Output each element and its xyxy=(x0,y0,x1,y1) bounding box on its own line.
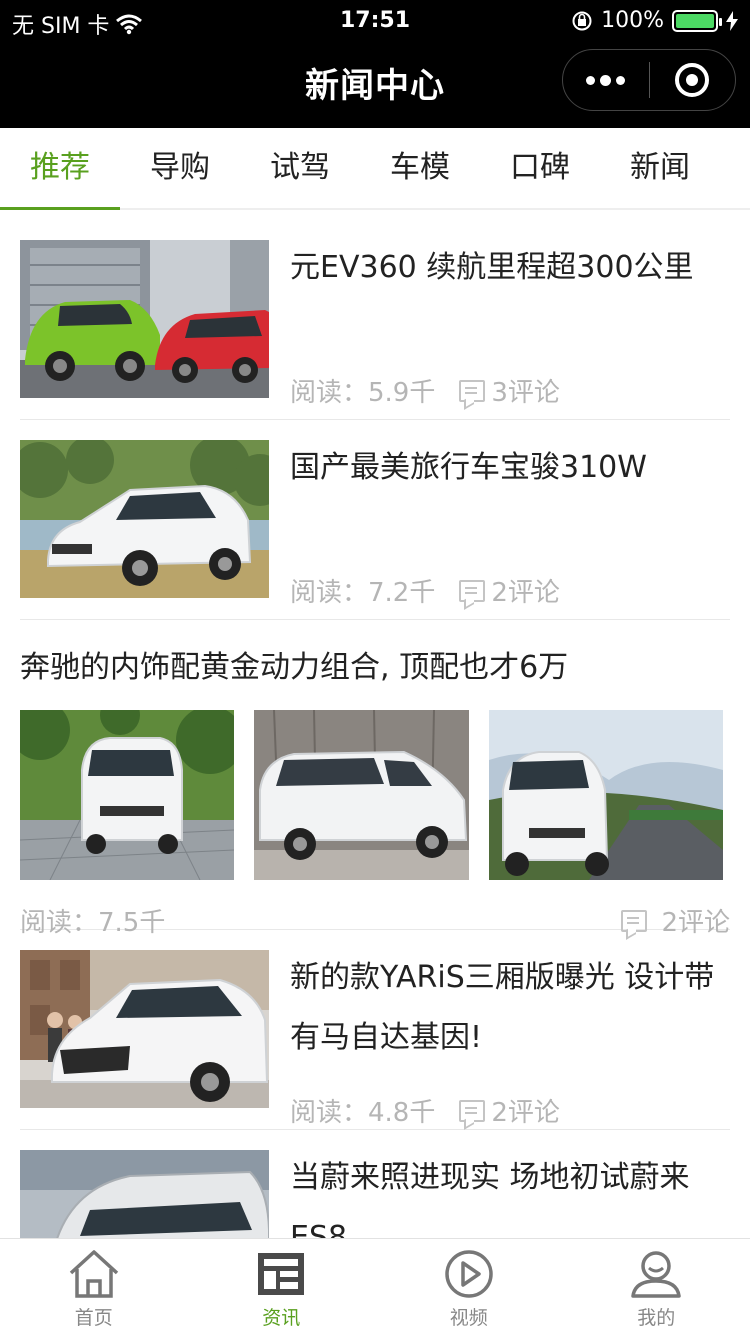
article-thumbnail xyxy=(20,1150,269,1238)
tab-me-label: 我的 xyxy=(637,1307,676,1329)
read-count: 阅读：5.9千 xyxy=(290,378,436,408)
battery-icon xyxy=(672,9,722,32)
play-icon xyxy=(445,1250,493,1298)
comment-count-group: 3评论 xyxy=(459,372,560,409)
news-item[interactable]: 国产最美旅行车宝骏310W 阅读：7.2千 2评论 xyxy=(20,420,730,620)
comment-count: 2评论 xyxy=(491,1098,560,1128)
orientation-lock-icon xyxy=(572,11,592,30)
article-thumbnail xyxy=(20,240,269,398)
more-dots-icon xyxy=(586,75,596,85)
home-icon xyxy=(69,1250,118,1298)
comment-count-group: 2评论 xyxy=(459,1092,560,1129)
comment-count: 2评论 xyxy=(491,578,560,608)
article-thumbnail xyxy=(20,710,234,880)
news-feed: 元EV360 续航里程超300公里 阅读：5.9千 3评论 国产最美旅行车宝骏3… xyxy=(0,210,750,1238)
article-thumbnail xyxy=(20,950,269,1108)
battery-percent: 100% xyxy=(601,8,664,33)
comment-icon xyxy=(621,909,648,932)
article-meta: 阅读：4.8千 2评论 xyxy=(290,1092,730,1129)
article-meta: 阅读：5.9千 3评论 xyxy=(290,372,730,409)
news-item[interactable]: 当蔚来照进现实 场地初试蔚来ES8 xyxy=(20,1130,730,1238)
read-count: 阅读：7.2千 xyxy=(290,578,436,608)
tab-home[interactable]: 首页 xyxy=(0,1239,188,1334)
article-title: 当蔚来照进现实 场地初试蔚来ES8 xyxy=(290,1160,690,1238)
close-target-icon xyxy=(675,63,710,97)
top-bar: 无 SIM 卡 17:51 100% 新闻中心 xyxy=(0,0,750,128)
tab-car-models[interactable]: 车模 xyxy=(360,128,480,208)
article-meta: 阅读：7.2千 2评论 xyxy=(290,572,730,609)
category-tabs: 推荐 导购 试驾 车模 口碑 新闻 xyxy=(0,128,750,210)
mini-program-capsule xyxy=(562,49,736,111)
article-title: 新的款YARiS三厢版曝光 设计带有马自达基因! xyxy=(290,960,715,1055)
tab-video[interactable]: 视频 xyxy=(375,1239,563,1334)
news-item[interactable]: 奔驰的内饰配黄金动力组合, 顶配也才6万 阅读：7.5千 2评论 xyxy=(20,620,730,938)
tab-me[interactable]: 我的 xyxy=(563,1239,750,1334)
comment-icon xyxy=(459,1099,486,1122)
article-title: 元EV360 续航里程超300公里 xyxy=(290,250,694,285)
close-button[interactable] xyxy=(650,50,736,110)
status-bar: 无 SIM 卡 17:51 100% xyxy=(0,0,750,42)
article-thumbnail xyxy=(254,710,469,880)
comment-icon xyxy=(459,379,486,402)
charging-icon xyxy=(726,10,738,31)
news-item[interactable]: 新的款YARiS三厢版曝光 设计带有马自达基因! 阅读：4.8千 2评论 xyxy=(20,930,730,1130)
article-thumbnail xyxy=(20,440,269,598)
tab-news[interactable]: 新闻 xyxy=(600,128,720,208)
tab-info-label: 资讯 xyxy=(262,1307,301,1329)
tab-reviews[interactable]: 口碑 xyxy=(480,128,600,208)
comment-count: 3评论 xyxy=(491,378,560,408)
article-thumbnail xyxy=(489,710,723,880)
comment-icon xyxy=(459,579,486,602)
article-title: 奔驰的内饰配黄金动力组合, 顶配也才6万 xyxy=(20,650,569,685)
tab-shopping-guide[interactable]: 导购 xyxy=(120,128,240,208)
tab-recommend[interactable]: 推荐 xyxy=(0,128,120,210)
more-button[interactable] xyxy=(563,50,649,110)
status-right: 100% xyxy=(571,8,738,33)
news-icon xyxy=(258,1253,305,1295)
tab-info[interactable]: 资讯 xyxy=(188,1239,376,1334)
article-title: 国产最美旅行车宝骏310W xyxy=(290,450,647,485)
user-icon xyxy=(631,1251,681,1298)
tab-home-label: 首页 xyxy=(74,1307,113,1329)
read-count: 阅读：4.8千 xyxy=(290,1098,436,1128)
tab-test-drive[interactable]: 试驾 xyxy=(240,128,360,208)
tab-video-label: 视频 xyxy=(449,1307,488,1329)
news-item[interactable]: 元EV360 续航里程超300公里 阅读：5.9千 3评论 xyxy=(20,210,730,420)
comment-count-group: 2评论 xyxy=(459,572,560,609)
bottom-tab-bar: 首页 资讯 视频 我的 xyxy=(0,1238,750,1334)
